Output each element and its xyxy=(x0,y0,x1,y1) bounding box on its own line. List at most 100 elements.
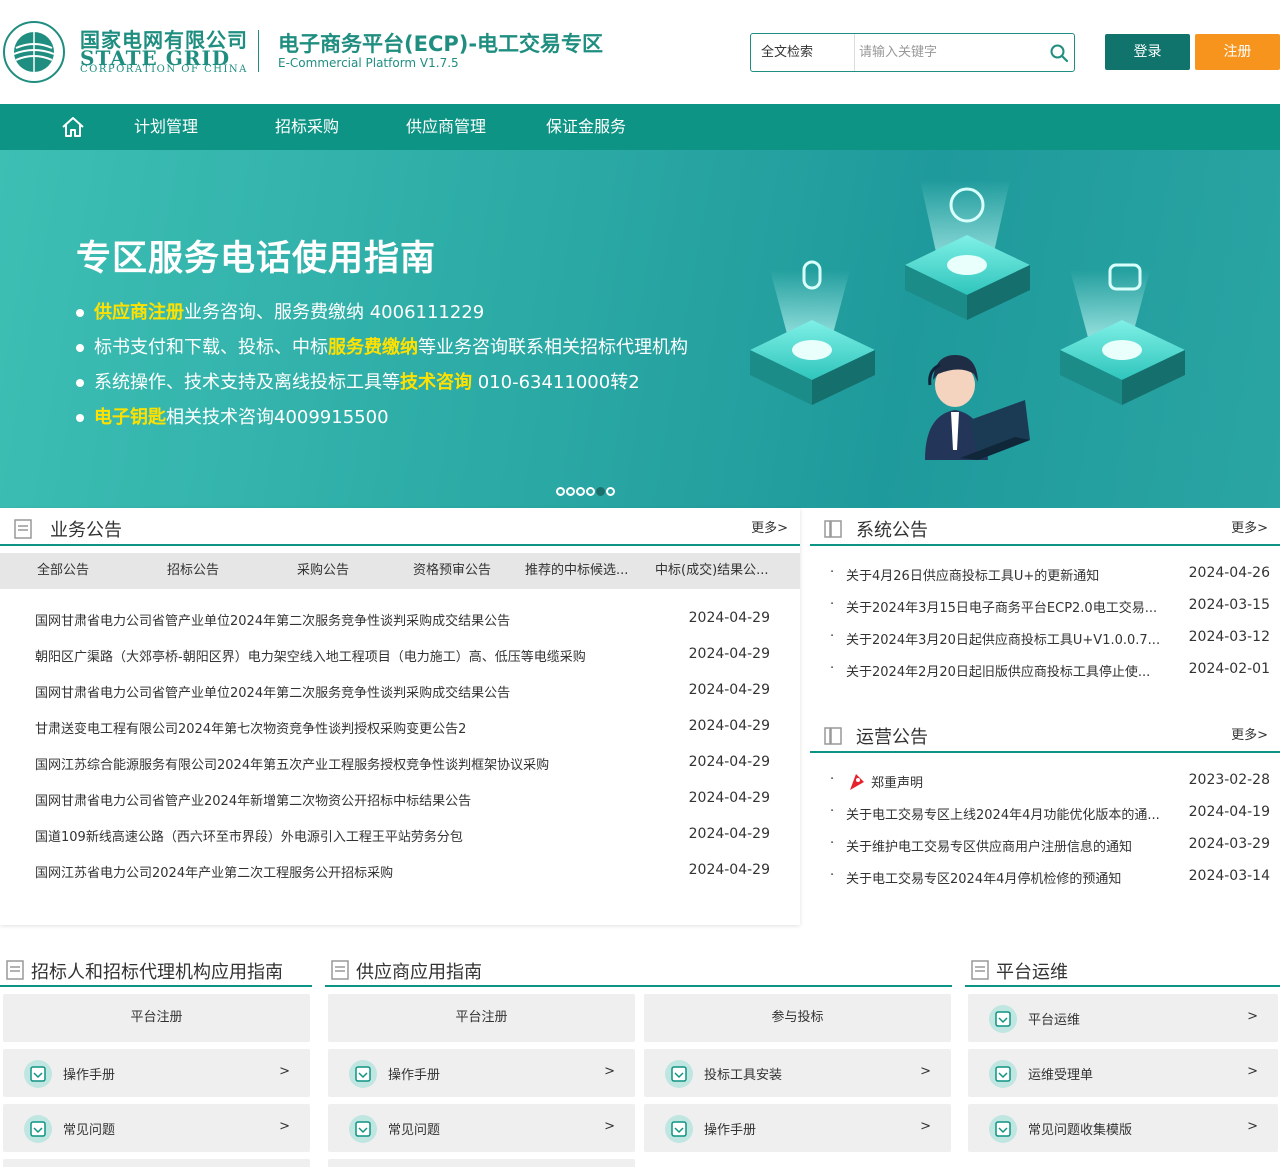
list-item[interactable]: 国网甘肃省电力公司省管产业单位2024年第二次服务竞争性谈判采购成交结果公告 20… xyxy=(35,610,770,634)
carousel-dots xyxy=(556,487,616,497)
list-item[interactable]: 国网江苏综合能源服务有限公司2024年第五次产业工程服务授权竞争性谈判框架协议采… xyxy=(35,754,770,778)
guide-book-icon xyxy=(971,960,989,980)
system-announcement-header: 系统公告 更多> xyxy=(810,508,1280,546)
tab-tender[interactable]: 招标公告 xyxy=(167,553,219,589)
search-scope-select[interactable]: 全文检索 xyxy=(751,34,855,71)
banner-line-3: 系统操作、技术支持及离线投标工具等技术咨询 010-63411000转2 xyxy=(76,368,640,394)
list-item[interactable]: 朝阳区广渠路（大郊亭桥-朝阳区界）电力架空线入地工程项目（电力施工）高、低压等电… xyxy=(35,646,770,670)
chevron-right-icon: > xyxy=(1247,1064,1258,1079)
main-nav: 计划管理 招标采购 供应商管理 保证金服务 xyxy=(0,104,1280,150)
carousel-dot-1[interactable] xyxy=(556,487,565,496)
platform-ops-section: 平台运维 平台运维 > 运维受理单 > 常见问题收集模版 > xyxy=(965,945,1280,1167)
search-input[interactable] xyxy=(859,38,1039,67)
system-more-link[interactable]: 更多> xyxy=(1231,517,1268,536)
nav-item-supplier-management[interactable]: 供应商管理 xyxy=(406,104,486,150)
customer-service-illustration xyxy=(750,180,1185,460)
tab-prequalification[interactable]: 资格预审公告 xyxy=(413,553,491,589)
supplier-guide-header: 供应商应用指南 xyxy=(325,945,952,987)
carousel-dot-3[interactable] xyxy=(576,487,585,496)
banner-line-4: 电子钥匙相关技术咨询4009915500 xyxy=(76,403,389,429)
carousel-dot-5[interactable] xyxy=(596,487,605,496)
list-item[interactable]: 甘肃送变电工程有限公司2024年第七次物资竞争性谈判授权采购变更公告2 2024-… xyxy=(35,718,770,742)
guide-book-icon xyxy=(6,960,24,980)
download-icon xyxy=(349,1115,377,1143)
list-item[interactable]: · 关于4月26日供应商投标工具U+的更新通知 2024-04-26 xyxy=(830,565,1270,587)
announcement-tabs: 全部公告 招标公告 采购公告 资格预审公告 推荐的中标候选... 中标(成交)结… xyxy=(0,553,800,589)
site-title: 电子商务平台(ECP)-电工交易专区 xyxy=(278,32,604,56)
list-item[interactable]: 国网江苏省电力公司2024年产业第二次工程服务公开招标采购 2024-04-29 xyxy=(35,862,770,886)
tab-procurement[interactable]: 采购公告 xyxy=(297,553,349,589)
operation-more-link[interactable]: 更多> xyxy=(1231,724,1268,743)
list-item[interactable]: · 关于电工交易专区上线2024年4月功能优化版本的通... 2024-04-19 xyxy=(830,804,1270,826)
business-more-link[interactable]: 更多> xyxy=(751,517,788,536)
list-item[interactable]: · 关于维护电工交易专区供应商用户注册信息的通知 2024-03-29 xyxy=(830,836,1270,858)
chevron-right-icon: > xyxy=(1247,1009,1258,1024)
state-grid-logo-icon[interactable] xyxy=(2,20,66,84)
chevron-right-icon: > xyxy=(1247,1119,1258,1134)
system-announcement-title: 系统公告 xyxy=(856,520,928,541)
operation-announcement-title: 运营公告 xyxy=(856,727,928,748)
supplier-guide-title: 供应商应用指南 xyxy=(356,962,482,983)
nav-item-bidding-procurement[interactable]: 招标采购 xyxy=(275,104,339,150)
banner-carousel[interactable]: 专区服务电话使用指南 供应商注册业务咨询、服务费缴纳 4006111229 标书… xyxy=(0,150,1280,508)
operation-announcement-header: 运营公告 更多> xyxy=(810,715,1280,753)
business-announcement-panel: 业务公告 更多> 全部公告 招标公告 采购公告 资格预审公告 推荐的中标候选..… xyxy=(0,508,800,925)
login-button[interactable]: 登录 xyxy=(1105,34,1190,70)
supplier-manual-button[interactable]: 操作手册 > xyxy=(328,1049,635,1097)
carousel-dot-6[interactable] xyxy=(606,487,615,496)
search-icon[interactable] xyxy=(1049,43,1069,63)
bid-manual-button[interactable]: 操作手册 > xyxy=(644,1104,951,1152)
nav-item-deposit-service[interactable]: 保证金服务 xyxy=(546,104,626,150)
list-item[interactable]: 国道109新线高速公路（西六环至市界段）外电源引入工程王平站劳务分包 2024-0… xyxy=(35,826,770,850)
list-item[interactable]: 国网甘肃省电力公司省管产业单位2024年第二次服务竞争性谈判采购成交结果公告 20… xyxy=(35,682,770,706)
tab-all[interactable]: 全部公告 xyxy=(37,553,89,589)
download-icon xyxy=(989,1060,1017,1088)
list-item[interactable]: · 关于2024年2月20日起旧版供应商投标工具停止使... 2024-02-01 xyxy=(830,661,1270,683)
download-icon xyxy=(24,1115,52,1143)
supplier-faq-button[interactable]: 常见问题 > xyxy=(328,1104,635,1152)
download-icon xyxy=(989,1005,1017,1033)
banner-title: 专区服务电话使用指南 xyxy=(76,239,437,279)
list-item[interactable]: · 关于2024年3月20日起供应商投标工具U+V1.0.0.7... 2024-0… xyxy=(830,629,1270,651)
banner-line-2: 标书支付和下载、投标、中标服务费缴纳等业务咨询联系相关招标代理机构 xyxy=(76,333,688,359)
chevron-right-icon: > xyxy=(279,1064,290,1079)
platform-ops-title: 平台运维 xyxy=(996,962,1068,983)
download-icon xyxy=(349,1060,377,1088)
download-icon xyxy=(24,1060,52,1088)
register-button[interactable]: 注册 xyxy=(1195,34,1280,70)
document-icon xyxy=(14,519,32,539)
tenderer-platform-registration: 平台注册 xyxy=(3,994,310,1042)
guide-book-icon xyxy=(331,960,349,980)
tab-results[interactable]: 中标(成交)结果公... xyxy=(655,553,769,589)
ops-ticket-button[interactable]: 运维受理单 > xyxy=(968,1049,1278,1097)
business-announcement-title: 业务公告 xyxy=(50,520,122,541)
faq-template-button[interactable]: 常见问题收集模版 > xyxy=(968,1104,1278,1152)
site-header: 国家电网有限公司 STATE GRID CORPORATION OF CHINA… xyxy=(0,0,1280,104)
carousel-dot-2[interactable] xyxy=(566,487,575,496)
bid-tool-install-button[interactable]: 投标工具安装 > xyxy=(644,1049,951,1097)
chevron-right-icon: > xyxy=(279,1119,290,1134)
search-box: 全文检索 xyxy=(750,33,1075,72)
site-subtitle: E-Commercial Platform V1.7.5 xyxy=(278,56,459,70)
book-icon xyxy=(824,520,842,538)
download-icon xyxy=(665,1115,693,1143)
supplier-more-stub xyxy=(328,1159,635,1167)
carousel-dot-4[interactable] xyxy=(586,487,595,496)
chevron-right-icon: > xyxy=(604,1119,615,1134)
list-item[interactable]: 国网甘肃省电力公司省管产业2024年新增第二次物资公开招标中标结果公告 2024-… xyxy=(35,790,770,814)
business-announcement-header: 业务公告 更多> xyxy=(0,508,800,546)
chevron-right-icon: > xyxy=(920,1064,931,1079)
tenderer-guide-header: 招标人和招标代理机构应用指南 xyxy=(0,945,312,987)
list-item[interactable]: · 郑重声明 2023-02-28 xyxy=(830,772,1270,794)
book-icon xyxy=(824,727,842,745)
list-item[interactable]: · 关于电工交易专区2024年4月停机检修的预通知 2024-03-14 xyxy=(830,868,1270,890)
tenderer-faq-button[interactable]: 常见问题 > xyxy=(3,1104,310,1152)
home-icon[interactable] xyxy=(60,114,86,140)
list-item[interactable]: · 关于2024年3月15日电子商务平台ECP2.0电工交易... 2024-03-… xyxy=(830,597,1270,619)
nav-item-plan-management[interactable]: 计划管理 xyxy=(134,104,198,150)
tenderer-manual-button[interactable]: 操作手册 > xyxy=(3,1049,310,1097)
tenderer-more-stub xyxy=(3,1159,310,1167)
tenderer-guide-section: 招标人和招标代理机构应用指南 平台注册 操作手册 > 常见问题 > xyxy=(0,945,312,1167)
platform-ops-button[interactable]: 平台运维 > xyxy=(968,994,1278,1042)
tab-candidates[interactable]: 推荐的中标候选... xyxy=(525,553,628,589)
